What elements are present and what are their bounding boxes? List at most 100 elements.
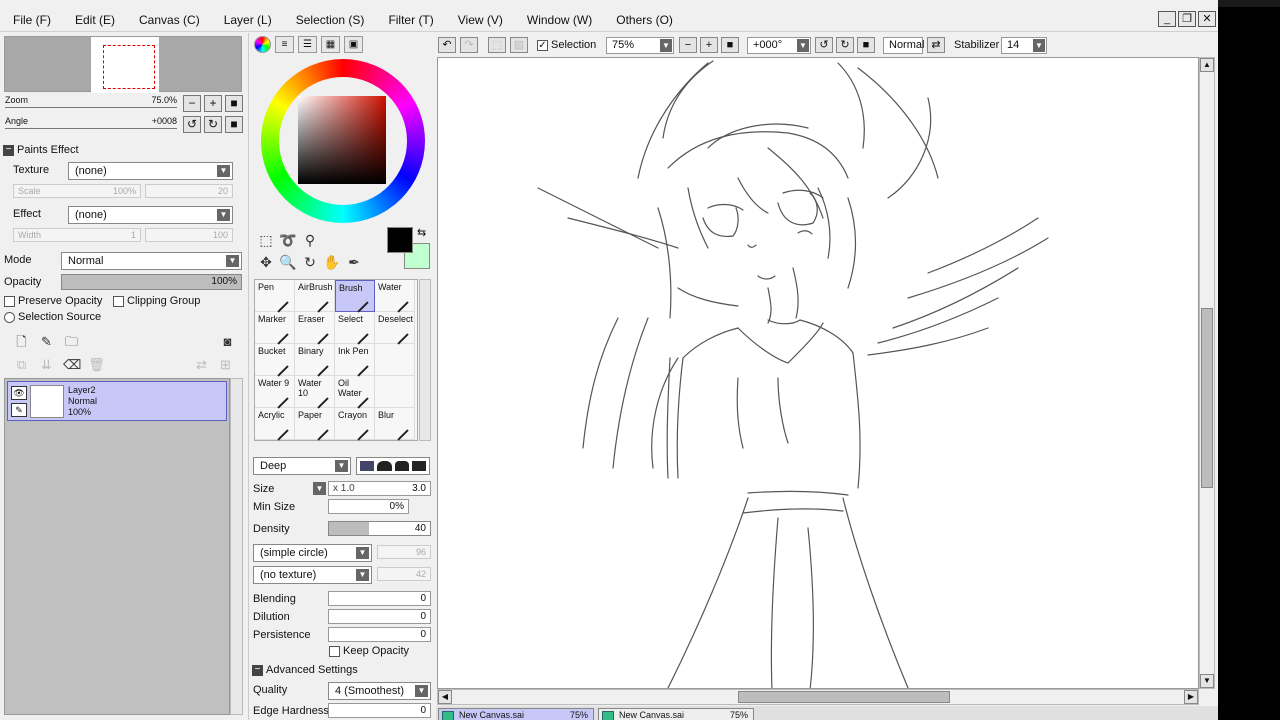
texture-select[interactable]: (none) ▼ [68, 162, 233, 180]
paints-effect-header[interactable]: − Paints Effect [3, 144, 79, 156]
brush-slot[interactable]: Water 10 [295, 376, 335, 409]
hand-icon[interactable]: ✋ [323, 253, 341, 271]
effect-select[interactable]: (none) ▼ [68, 206, 233, 224]
menu-canvas[interactable]: Canvas (C) [127, 13, 212, 27]
flip-horizontal-button[interactable]: ⇄ [927, 37, 945, 53]
advanced-settings-header[interactable]: − Advanced Settings [252, 664, 358, 676]
canvas-rotate-left-button[interactable]: ↺ [815, 37, 833, 53]
menu-others[interactable]: Others (O) [604, 13, 685, 27]
checkbox-box[interactable] [4, 295, 15, 307]
min-size-field[interactable]: 0% [328, 499, 409, 514]
restore-button[interactable]: ❐ [1178, 11, 1196, 27]
zoom-track[interactable] [5, 107, 177, 108]
brush-slot[interactable]: Brush [335, 280, 375, 313]
brush-slot-empty[interactable] [375, 344, 415, 376]
undo-button[interactable]: ↶ [438, 37, 456, 53]
menu-file[interactable]: File (F) [0, 13, 63, 27]
brush-shape-select[interactable]: Deep ▼ [253, 457, 351, 475]
doc-tab[interactable]: New Canvas.sai 75% [598, 708, 754, 720]
brush-slot[interactable]: Deselect [375, 312, 415, 345]
brush-slot[interactable]: Crayon [335, 408, 375, 441]
checkbox-checked[interactable]: ✓ [537, 39, 548, 51]
selection-visible-checkbox[interactable]: ✓ Selection [537, 39, 596, 51]
tip-sharp-icon[interactable] [360, 461, 375, 471]
size-multiplier-dropdown-icon[interactable]: ▼ [313, 482, 326, 495]
dilution-field[interactable]: 0 [328, 609, 431, 624]
rotate-right-button[interactable]: ↻ [204, 116, 222, 133]
brush-texture-select[interactable]: (no texture) ▼ [253, 566, 372, 584]
canvas-angle-select[interactable]: +000° ▼ [747, 37, 811, 54]
quality-select[interactable]: 4 (Smoothest) ▼ [328, 682, 431, 700]
rotate-reset-button[interactable]: ■ [225, 116, 243, 133]
canvas-zoom-select[interactable]: 75% ▼ [606, 37, 674, 54]
brush-slot[interactable]: Oil Water [335, 376, 375, 409]
edge-hardness-field[interactable]: 0 [328, 703, 431, 718]
navigator-preview[interactable] [4, 36, 242, 93]
brush-grid-scrollbar[interactable] [419, 279, 431, 441]
rect-select-icon[interactable]: ⬚ [257, 231, 275, 249]
layer-list-scrollbar[interactable] [230, 378, 243, 715]
minimize-button[interactable]: _ [1158, 11, 1176, 27]
scroll-left-icon[interactable]: ◀ [438, 690, 452, 704]
persistence-field[interactable]: 0 [328, 627, 431, 642]
zoom-icon[interactable]: 🔍 [279, 253, 297, 271]
menu-view[interactable]: View (V) [446, 13, 515, 27]
checkbox-box[interactable] [113, 295, 124, 307]
canvas-zoom-reset-button[interactable]: ■ [721, 37, 739, 53]
color-wheel[interactable] [259, 57, 427, 225]
deselect-button[interactable]: ⬚ [488, 37, 506, 53]
vertical-scroll-thumb[interactable] [1201, 308, 1213, 488]
scroll-up-icon[interactable]: ▲ [1200, 58, 1214, 72]
doc-tab-active[interactable]: New Canvas.sai 75% [438, 708, 594, 720]
primary-color-swatch[interactable] [387, 227, 413, 253]
scratchpad-tab-icon[interactable]: ▣ [344, 36, 363, 53]
swap-colors-icon[interactable]: ⇆ [417, 226, 426, 239]
rotate-icon[interactable]: ↻ [301, 253, 319, 271]
brush-lock-icon[interactable]: ✎ [11, 403, 27, 417]
canvas-horizontal-scrollbar[interactable]: ◀ ▶ [437, 689, 1199, 705]
transfer-icon[interactable]: ⇄ [193, 356, 210, 373]
layer-mask-icon[interactable]: ◙ [219, 333, 236, 350]
rgb-sliders-tab-icon[interactable]: ≡ [275, 36, 294, 53]
canvas-blend-mode-select[interactable]: Normal [883, 37, 924, 54]
brush-slot[interactable]: Bucket [255, 344, 295, 377]
canvas-zoom-in-button[interactable]: + [700, 37, 718, 53]
saturation-value-square[interactable] [298, 96, 386, 184]
radio-circle[interactable] [4, 311, 15, 323]
menu-layer[interactable]: Layer (L) [212, 13, 284, 27]
tip-square-icon[interactable] [411, 461, 426, 471]
zoom-slider[interactable]: Zoom 75.0% [5, 95, 177, 109]
navigator-view-frame[interactable] [103, 45, 155, 89]
preserve-opacity-checkbox[interactable]: Preserve Opacity [4, 295, 102, 307]
brush-slot[interactable]: Water 9 [255, 376, 295, 409]
menu-filter[interactable]: Filter (T) [376, 13, 445, 27]
blend-mode-select[interactable]: Normal ▼ [61, 252, 242, 270]
brush-slot-empty[interactable] [375, 376, 415, 408]
menu-selection[interactable]: Selection (S) [284, 13, 377, 27]
eye-icon[interactable]: 👁 [11, 386, 27, 400]
close-button[interactable]: ✕ [1198, 11, 1216, 27]
redo-button[interactable]: ↷ [460, 37, 478, 53]
tip-round-icon[interactable] [377, 461, 392, 471]
hsv-sliders-tab-icon[interactable]: ☰ [298, 36, 317, 53]
clipping-group-checkbox[interactable]: Clipping Group [113, 295, 200, 307]
brush-slot[interactable]: Ink Pen [335, 344, 375, 377]
copy-layer-icon[interactable]: ⧉ [13, 356, 30, 373]
angle-slider[interactable]: Angle +0008 [5, 116, 177, 130]
move-icon[interactable]: ✥ [257, 253, 275, 271]
zoom-out-button[interactable]: − [183, 95, 201, 112]
swatches-tab-icon[interactable]: ▦ [321, 36, 340, 53]
rotate-left-button[interactable]: ↺ [183, 116, 201, 133]
brush-slot[interactable]: Binary [295, 344, 335, 377]
brush-tip-selector[interactable] [356, 457, 430, 475]
keep-opacity-checkbox[interactable]: Keep Opacity [329, 645, 409, 657]
blending-field[interactable]: 0 [328, 591, 431, 606]
brush-slot[interactable]: Water [375, 280, 415, 313]
delete-layer-icon[interactable]: 🗑 [88, 356, 105, 373]
angle-track[interactable] [5, 128, 177, 129]
layer-row[interactable]: 👁 ✎ Layer2 Normal 100% [7, 381, 227, 421]
selection-source-radio[interactable]: Selection Source [4, 311, 101, 323]
opacity-slider[interactable]: 100% [61, 274, 242, 290]
size-field[interactable]: x 1.0 3.0 [328, 481, 431, 496]
eyedropper-icon[interactable]: ✒ [345, 253, 363, 271]
